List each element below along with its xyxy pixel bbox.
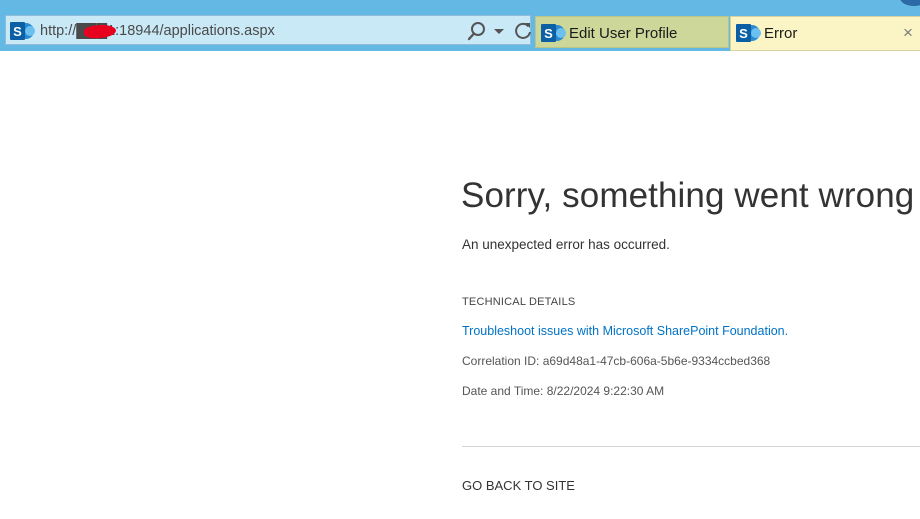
close-icon[interactable]: ×: [903, 23, 913, 43]
date-time: Date and Time: 8/22/2024 9:22:30 AM: [462, 384, 665, 398]
correlation-id: Correlation ID: a69d48a1-47cb-606a-5b6e-…: [462, 354, 771, 368]
tab-edit-user-profile[interactable]: S Edit User Profile: [535, 16, 729, 48]
go-back-to-site-link[interactable]: GO BACK TO SITE: [462, 478, 575, 493]
page-title: Sorry, something went wrong: [461, 176, 915, 215]
browser-chrome: S S: [0, 0, 920, 51]
tab-label: Error: [764, 25, 798, 42]
svg-text:S: S: [13, 24, 22, 39]
svg-text:S: S: [544, 26, 553, 41]
sharepoint-logo-icon: S: [9, 20, 36, 47]
sharepoint-logo-icon: S: [540, 22, 567, 49]
tab-label: Edit User Profile: [569, 25, 678, 42]
sharepoint-logo-icon: S: [735, 22, 762, 49]
tab-error[interactable]: S Error ×: [730, 16, 920, 51]
svg-text:S: S: [739, 26, 748, 41]
technical-details-heading: TECHNICAL DETAILS: [462, 296, 576, 308]
refresh-icon[interactable]: [512, 20, 534, 42]
divider: [462, 446, 920, 447]
troubleshoot-link[interactable]: Troubleshoot issues with Microsoft Share…: [462, 324, 788, 338]
address-bar[interactable]: S: [5, 15, 531, 45]
chevron-down-icon[interactable]: [492, 20, 506, 42]
search-icon[interactable]: [466, 20, 488, 42]
error-message: An unexpected error has occurred.: [462, 237, 670, 252]
window-corner-decoration: [900, 0, 920, 6]
